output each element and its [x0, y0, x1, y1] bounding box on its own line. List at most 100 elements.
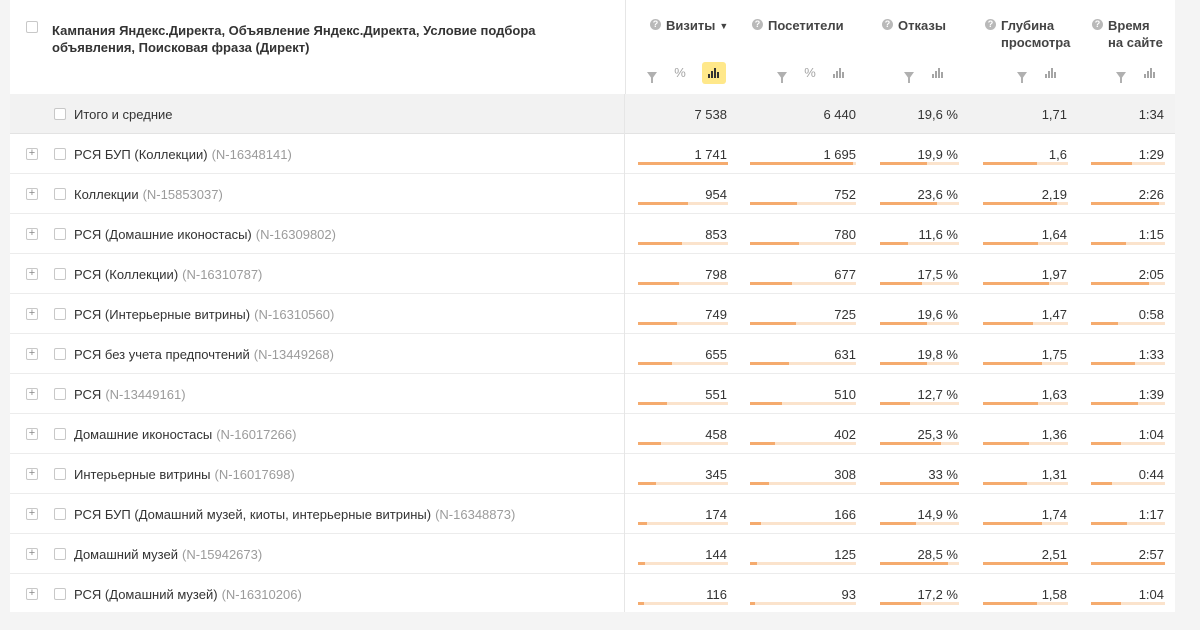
row-label[interactable]: РСЯ (Коллекции) (N-16310787) — [74, 267, 262, 282]
table-row[interactable]: + РСЯ БУП (Домашний музей, киоты, интерье… — [10, 494, 1175, 534]
metric-value-visits: 7 538 — [694, 107, 727, 122]
metric-value-bounces: 33 % — [928, 467, 958, 482]
metric-bar-track — [1091, 202, 1165, 205]
expand-plus-icon[interactable]: + — [26, 188, 38, 200]
row-label[interactable]: Домашний музей (N-15942673) — [74, 547, 262, 562]
metric-value-visitors: 780 — [834, 227, 856, 242]
metric-bar-track — [638, 162, 728, 165]
filter-icon[interactable] — [646, 62, 658, 84]
expand-plus-icon[interactable]: + — [26, 148, 38, 160]
metric-bar-fill — [750, 202, 797, 205]
table-row[interactable]: + РСЯ без учета предпочтений (N-13449268) 6… — [10, 334, 1175, 374]
row-label[interactable]: Домашние иконостасы (N-16017266) — [74, 427, 296, 442]
row-label[interactable]: Интерьерные витрины (N-16017698) — [74, 467, 295, 482]
expand-plus-icon[interactable]: + — [26, 388, 38, 400]
row-label[interactable]: Коллекции (N-15853037) — [74, 187, 223, 202]
row-checkbox[interactable] — [54, 588, 66, 600]
bar-chart-icon-stroke — [1144, 74, 1146, 78]
campaign-name: Домашние иконостасы — [74, 427, 213, 442]
row-checkbox[interactable] — [54, 228, 66, 240]
expand-plus-icon[interactable]: + — [26, 548, 38, 560]
expand-plus-icon[interactable]: + — [26, 428, 38, 440]
campaign-id: (N-15942673) — [181, 547, 263, 562]
total-checkbox[interactable] — [54, 108, 66, 120]
row-dimension-cell: + РСЯ БУП (Коллекции) (N-16348141) — [10, 134, 625, 174]
metric-bar-fill — [638, 482, 656, 485]
metric-value-visits: 954 — [705, 187, 727, 202]
campaign-id: (N-16310560) — [254, 307, 335, 322]
table-row[interactable]: + РСЯ (Домашний музей) (N-16310206) 116 93 17… — [10, 574, 1175, 614]
help-icon[interactable]: ? — [882, 19, 893, 30]
table-row[interactable]: + Интерьерные витрины (N-16017698) 345 308 33… — [10, 454, 1175, 494]
expand-plus-icon[interactable]: + — [26, 588, 38, 600]
expand-plus-icon[interactable]: + — [26, 268, 38, 280]
percent-icon[interactable]: % — [804, 62, 816, 84]
row-label[interactable]: РСЯ (Домашние иконостасы) (N-16309802) — [74, 227, 336, 242]
table-row[interactable]: + Коллекции (N-15853037) 954 752 23,6 % 2,19 2:… — [10, 174, 1175, 214]
metric-bar-fill — [983, 482, 1027, 485]
table-row[interactable]: + РСЯ (Домашние иконостасы) (N-16309802) 85… — [10, 214, 1175, 254]
expand-plus-icon[interactable]: + — [26, 308, 38, 320]
expand-plus-icon[interactable]: + — [26, 228, 38, 240]
row-checkbox[interactable] — [54, 148, 66, 160]
bar-chart-toggle[interactable] — [931, 62, 945, 84]
row-checkbox[interactable] — [54, 428, 66, 440]
bar-chart-icon-stroke — [836, 71, 838, 78]
row-dimension-cell: + РСЯ (Домашний музей) (N-16310206) — [10, 574, 625, 614]
bar-chart-icon-stroke — [711, 71, 713, 78]
metric-value-visits: 551 — [705, 387, 727, 402]
metric-value-depth: 1,31 — [1041, 467, 1067, 482]
row-label[interactable]: РСЯ (N-13449161) — [74, 387, 186, 402]
row-checkbox[interactable] — [54, 468, 66, 480]
row-checkbox[interactable] — [54, 188, 66, 200]
table-row[interactable]: + РСЯ (Интерьерные витрины) (N-16310560) 74… — [10, 294, 1175, 334]
row-label[interactable]: РСЯ без учета предпочтений (N-13449268) — [74, 347, 334, 362]
bar-chart-toggle[interactable] — [1044, 62, 1058, 84]
metric-value-visitors: 677 — [834, 267, 856, 282]
table-row[interactable]: + РСЯ БУП (Коллекции) (N-16348141) 1 741 1 6… — [10, 134, 1175, 174]
bar-chart-toggle[interactable] — [1143, 62, 1157, 84]
help-icon[interactable]: ? — [985, 19, 996, 30]
metric-value-visits: 116 — [706, 587, 727, 602]
row-checkbox[interactable] — [54, 268, 66, 280]
metric-bar-fill — [983, 562, 1068, 565]
row-checkbox[interactable] — [54, 348, 66, 360]
bar-chart-toggle[interactable] — [702, 62, 726, 84]
metric-bar-fill — [638, 562, 645, 565]
sort-desc-icon[interactable]: ▼ — [719, 21, 728, 31]
help-icon[interactable]: ? — [1092, 19, 1103, 30]
metric-bar-fill — [983, 162, 1037, 165]
row-label[interactable]: РСЯ (Интерьерные витрины) (N-16310560) — [74, 307, 334, 322]
select-all-checkbox[interactable] — [26, 21, 38, 33]
filter-icon[interactable] — [1016, 62, 1028, 84]
row-checkbox[interactable] — [54, 548, 66, 560]
help-icon[interactable]: ? — [752, 19, 763, 30]
filter-icon[interactable] — [1115, 62, 1127, 84]
row-label[interactable]: РСЯ БУП (Домашний музей, киоты, интерьер… — [74, 507, 515, 522]
table-row[interactable]: + Домашний музей (N-15942673) 144 125 28,5 % 2… — [10, 534, 1175, 574]
row-label[interactable]: РСЯ БУП (Коллекции) (N-16348141) — [74, 147, 292, 162]
filter-icon[interactable] — [903, 62, 915, 84]
expand-plus-icon[interactable]: + — [26, 348, 38, 360]
row-checkbox[interactable] — [54, 388, 66, 400]
expand-plus-icon[interactable]: + — [26, 508, 38, 520]
table-row[interactable]: + РСЯ (N-13449161) 551 510 12,7 % 1,63 1:39 — [10, 374, 1175, 414]
help-icon[interactable]: ? — [650, 19, 661, 30]
campaign-name: РСЯ БУП (Коллекции) — [74, 147, 208, 162]
filter-icon[interactable] — [776, 62, 788, 84]
table-row[interactable]: + Домашние иконостасы (N-16017266) 458 402 25… — [10, 414, 1175, 454]
row-checkbox[interactable] — [54, 508, 66, 520]
campaign-name: РСЯ (Домашние иконостасы) — [74, 227, 252, 242]
expand-plus-icon[interactable]: + — [26, 468, 38, 480]
bar-chart-icon — [708, 68, 720, 78]
row-checkbox[interactable] — [54, 308, 66, 320]
table-row[interactable]: + РСЯ (Коллекции) (N-16310787) 798 677 17,5 %… — [10, 254, 1175, 294]
metric-value-bounces: 17,2 % — [917, 587, 958, 602]
row-label[interactable]: РСЯ (Домашний музей) (N-16310206) — [74, 587, 302, 602]
metric-value-time: 1:39 — [1138, 387, 1164, 402]
campaign-name: РСЯ (Коллекции) — [74, 267, 179, 282]
campaign-name: РСЯ (Домашний музей) — [74, 587, 218, 602]
bar-chart-toggle[interactable] — [832, 62, 846, 84]
percent-icon[interactable]: % — [674, 62, 686, 84]
column-title-line1: Визиты — [666, 18, 716, 33]
